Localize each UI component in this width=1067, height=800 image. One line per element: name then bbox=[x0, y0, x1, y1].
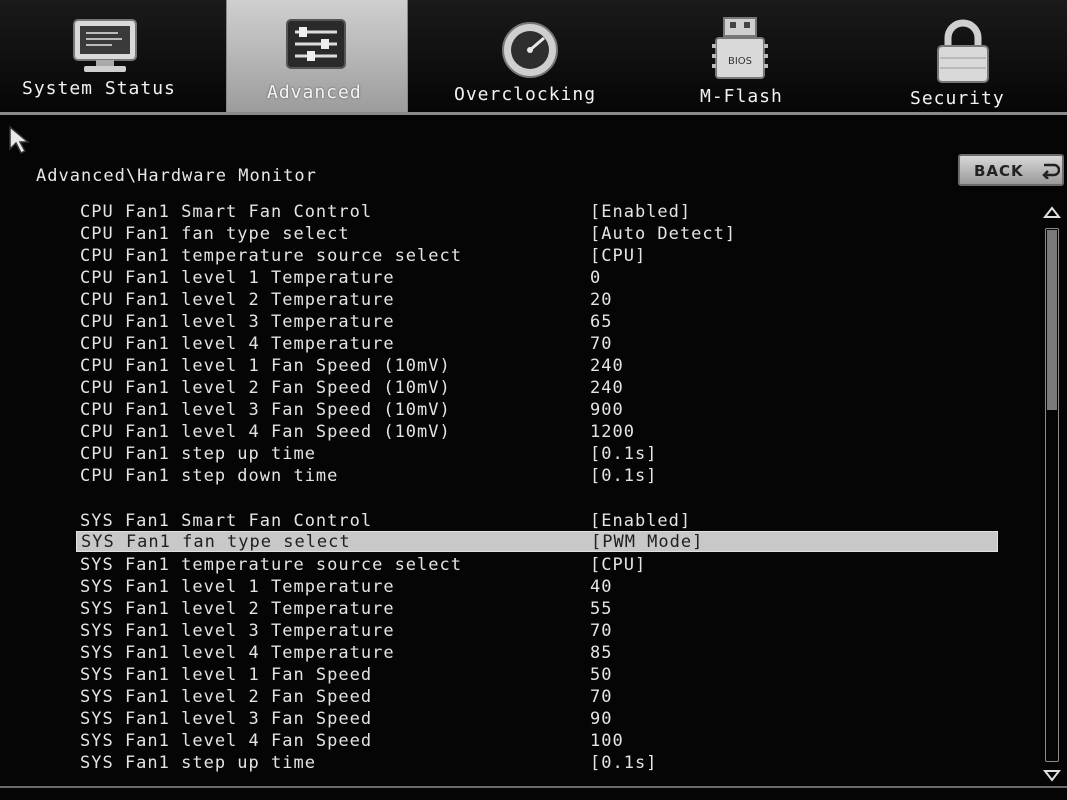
setting-row[interactable]: CPU Fan1 temperature source select [CPU] bbox=[76, 246, 998, 267]
setting-label: SYS Fan1 temperature source select bbox=[80, 555, 462, 575]
setting-row[interactable]: SYS Fan1 level 2 Fan Speed 70 bbox=[76, 687, 998, 708]
setting-row[interactable]: SYS Fan1 level 2 Temperature 55 bbox=[76, 599, 998, 620]
setting-value: 1200 bbox=[590, 422, 635, 442]
setting-row[interactable]: SYS Fan1 level 1 Fan Speed 50 bbox=[76, 665, 998, 686]
setting-row[interactable]: SYS Fan1 level 1 Temperature 40 bbox=[76, 577, 998, 598]
setting-value: 55 bbox=[590, 599, 613, 619]
setting-row[interactable]: CPU Fan1 step up time [0.1s] bbox=[76, 444, 998, 465]
setting-value: 240 bbox=[590, 378, 624, 398]
setting-label: CPU Fan1 temperature source select bbox=[80, 246, 462, 266]
setting-row[interactable]: SYS Fan1 temperature source select [CPU] bbox=[76, 555, 998, 576]
setting-label: SYS Fan1 level 1 Temperature bbox=[80, 577, 395, 597]
setting-label: SYS Fan1 level 2 Fan Speed bbox=[80, 687, 373, 707]
setting-value: [Enabled] bbox=[590, 202, 692, 222]
setting-label: SYS Fan1 level 4 Temperature bbox=[80, 643, 395, 663]
setting-value: [PWM Mode] bbox=[591, 532, 704, 552]
setting-value: 65 bbox=[590, 312, 613, 332]
setting-value: 20 bbox=[590, 290, 613, 310]
setting-label: SYS Fan1 fan type select bbox=[81, 532, 351, 552]
setting-row[interactable]: CPU Fan1 level 1 Temperature 0 bbox=[76, 268, 998, 289]
setting-label: SYS Fan1 level 2 Temperature bbox=[80, 599, 395, 619]
setting-row[interactable]: CPU Fan1 step down time [0.1s] bbox=[76, 466, 998, 487]
bottom-divider bbox=[0, 786, 1067, 788]
setting-row[interactable]: CPU Fan1 level 2 Fan Speed (10mV) 240 bbox=[76, 378, 998, 399]
setting-value: 70 bbox=[590, 621, 613, 641]
setting-label: CPU Fan1 level 3 Temperature bbox=[80, 312, 395, 332]
setting-row[interactable]: SYS Fan1 step up time [0.1s] bbox=[76, 753, 998, 774]
setting-value: 85 bbox=[590, 643, 613, 663]
settings-list: CPU Fan1 Smart Fan Control [Enabled] CPU … bbox=[0, 0, 1040, 800]
setting-label: CPU Fan1 level 1 Temperature bbox=[80, 268, 395, 288]
setting-label: CPU Fan1 level 1 Fan Speed (10mV) bbox=[80, 356, 451, 376]
setting-row[interactable]: SYS Fan1 level 3 Temperature 70 bbox=[76, 621, 998, 642]
setting-label: CPU Fan1 level 4 Temperature bbox=[80, 334, 395, 354]
setting-label: CPU Fan1 level 2 Fan Speed (10mV) bbox=[80, 378, 451, 398]
setting-label: SYS Fan1 step up time bbox=[80, 753, 316, 773]
setting-row[interactable]: CPU Fan1 fan type select [Auto Detect] bbox=[76, 224, 998, 245]
setting-label: SYS Fan1 level 3 Temperature bbox=[80, 621, 395, 641]
scrollbar-thumb[interactable] bbox=[1047, 230, 1057, 410]
setting-value: [Enabled] bbox=[590, 511, 692, 531]
setting-label: CPU Fan1 Smart Fan Control bbox=[80, 202, 373, 222]
setting-label: CPU Fan1 level 3 Fan Speed (10mV) bbox=[80, 400, 451, 420]
setting-label: SYS Fan1 Smart Fan Control bbox=[80, 511, 373, 531]
setting-value: [0.1s] bbox=[590, 466, 658, 486]
setting-value: 70 bbox=[590, 334, 613, 354]
setting-row[interactable]: CPU Fan1 level 4 Fan Speed (10mV) 1200 bbox=[76, 422, 998, 443]
setting-value: [CPU] bbox=[590, 555, 647, 575]
setting-row[interactable]: CPU Fan1 level 3 Temperature 65 bbox=[76, 312, 998, 333]
setting-value: 70 bbox=[590, 687, 613, 707]
setting-value: 0 bbox=[590, 268, 602, 288]
setting-value: 50 bbox=[590, 665, 613, 685]
setting-label: CPU Fan1 level 4 Fan Speed (10mV) bbox=[80, 422, 451, 442]
setting-row[interactable]: SYS Fan1 level 4 Fan Speed 100 bbox=[76, 731, 998, 752]
setting-value: 100 bbox=[590, 731, 624, 751]
setting-value: [0.1s] bbox=[590, 444, 658, 464]
setting-value: [Auto Detect] bbox=[590, 224, 737, 244]
return-arrow-icon bbox=[1040, 161, 1061, 183]
setting-value: [0.1s] bbox=[590, 753, 658, 773]
setting-row[interactable]: SYS Fan1 level 3 Fan Speed 90 bbox=[76, 709, 998, 730]
setting-label: SYS Fan1 level 4 Fan Speed bbox=[80, 731, 373, 751]
setting-row[interactable]: CPU Fan1 level 4 Temperature 70 bbox=[76, 334, 998, 355]
setting-row[interactable]: SYS Fan1 level 4 Temperature 85 bbox=[76, 643, 998, 664]
setting-value: [CPU] bbox=[590, 246, 647, 266]
setting-value: 90 bbox=[590, 709, 613, 729]
setting-row[interactable]: CPU Fan1 level 1 Fan Speed (10mV) 240 bbox=[76, 356, 998, 377]
setting-label: CPU Fan1 level 2 Temperature bbox=[80, 290, 395, 310]
setting-row[interactable]: CPU Fan1 level 2 Temperature 20 bbox=[76, 290, 998, 311]
scroll-down-arrow-icon[interactable] bbox=[1042, 768, 1062, 787]
setting-value: 240 bbox=[590, 356, 624, 376]
scrollbar-track[interactable] bbox=[1045, 228, 1059, 762]
setting-value: 40 bbox=[590, 577, 613, 597]
setting-label: CPU Fan1 fan type select bbox=[80, 224, 350, 244]
setting-label: CPU Fan1 step up time bbox=[80, 444, 316, 464]
setting-row[interactable]: CPU Fan1 Smart Fan Control [Enabled] bbox=[76, 202, 998, 223]
setting-row[interactable]: CPU Fan1 level 3 Fan Speed (10mV) 900 bbox=[76, 400, 998, 421]
setting-value: 900 bbox=[590, 400, 624, 420]
setting-row[interactable]: SYS Fan1 Smart Fan Control [Enabled] bbox=[76, 511, 998, 532]
setting-label: CPU Fan1 step down time bbox=[80, 466, 339, 486]
setting-label: SYS Fan1 level 1 Fan Speed bbox=[80, 665, 373, 685]
setting-row-selected[interactable]: SYS Fan1 fan type select [PWM Mode] bbox=[76, 531, 998, 552]
setting-label: SYS Fan1 level 3 Fan Speed bbox=[80, 709, 373, 729]
scroll-up-arrow-icon[interactable] bbox=[1042, 204, 1062, 223]
